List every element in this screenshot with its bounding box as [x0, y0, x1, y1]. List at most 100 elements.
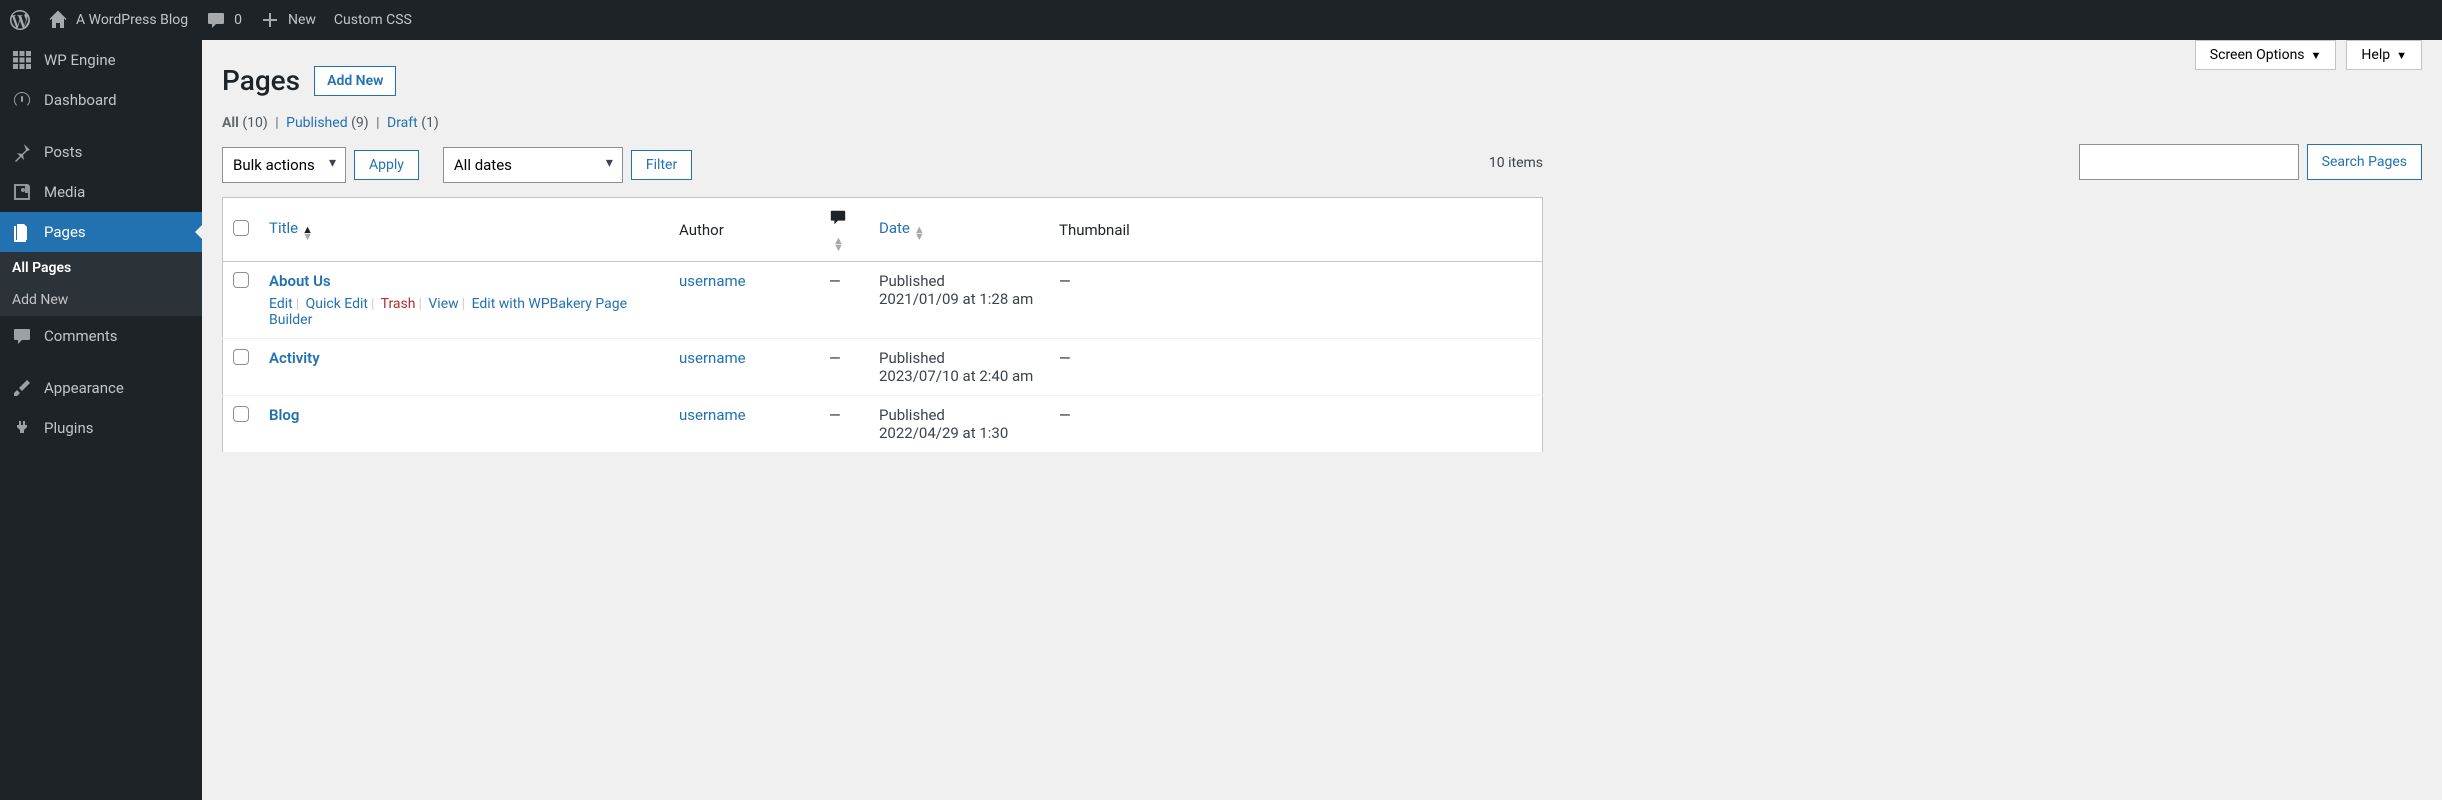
- separator: |: [275, 115, 278, 131]
- sidebar-item-label: Dashboard: [44, 91, 117, 109]
- filter-draft[interactable]: Draft: [387, 115, 418, 131]
- dates-select[interactable]: All dates: [443, 147, 623, 183]
- filter-button[interactable]: Filter: [631, 150, 692, 180]
- row-checkbox[interactable]: [233, 406, 249, 422]
- filter-published-count: (9): [351, 115, 369, 131]
- sidebar-item-media[interactable]: Media: [0, 172, 202, 212]
- comments-cell: —: [819, 396, 869, 453]
- submenu-label: Add New: [12, 292, 68, 308]
- new-content-link[interactable]: New: [260, 10, 316, 30]
- comments-cell: —: [819, 339, 869, 396]
- sidebar-item-appearance[interactable]: Appearance: [0, 368, 202, 408]
- sidebar-item-plugins[interactable]: Plugins: [0, 408, 202, 448]
- site-link[interactable]: A WordPress Blog: [48, 10, 188, 30]
- row-status: Published: [879, 272, 1039, 290]
- pages-table: Title▲▼ Author ▲▼ Date▲▼ Thumbnail About…: [222, 197, 1543, 453]
- search-row: Search Pages: [2079, 144, 2422, 180]
- sidebar-item-comments[interactable]: Comments: [0, 316, 202, 356]
- add-new-button[interactable]: Add New: [314, 66, 396, 96]
- page-header: Pages Add New: [222, 40, 2422, 97]
- sidebar-item-label: Appearance: [44, 379, 124, 397]
- thumbnail-cell: —: [1049, 262, 1543, 339]
- thumbnail-cell: —: [1049, 339, 1543, 396]
- separator: |: [376, 115, 379, 131]
- wpengine-icon: [12, 50, 32, 70]
- comments-link[interactable]: 0: [206, 10, 242, 30]
- select-all-checkbox[interactable]: [233, 220, 249, 236]
- filter-all[interactable]: All: [222, 115, 239, 131]
- table-row: Activity username — Published2023/07/10 …: [223, 339, 1543, 396]
- help-label: Help: [2361, 47, 2390, 63]
- row-checkbox[interactable]: [233, 349, 249, 365]
- pin-icon: [12, 142, 32, 162]
- row-actions: Edit| Quick Edit| Trash| View| Edit with…: [269, 296, 659, 328]
- admin-toolbar: A WordPress Blog 0 New Custom CSS: [0, 0, 2442, 40]
- action-edit[interactable]: Edit: [269, 296, 293, 312]
- action-trash[interactable]: Trash: [381, 296, 416, 312]
- filter-published[interactable]: Published: [286, 115, 347, 131]
- row-date: 2021/01/09 at 1:28 am: [879, 290, 1039, 308]
- submenu-all-pages[interactable]: All Pages: [0, 252, 202, 284]
- brush-icon: [12, 378, 32, 398]
- new-label: New: [288, 12, 316, 28]
- comment-icon: [12, 326, 32, 346]
- sort-icon: ▲▼: [302, 226, 313, 240]
- row-date: 2022/04/29 at 1:30: [879, 424, 1039, 442]
- page-title-link[interactable]: Activity: [269, 349, 320, 367]
- search-button[interactable]: Search Pages: [2307, 144, 2422, 180]
- sidebar-item-label: Posts: [44, 143, 82, 161]
- sidebar-item-label: Comments: [44, 327, 118, 345]
- submenu-label: All Pages: [12, 260, 71, 276]
- sidebar-item-posts[interactable]: Posts: [0, 132, 202, 172]
- status-filters: All (10) | Published (9) | Draft (1): [222, 115, 2422, 131]
- row-checkbox[interactable]: [233, 272, 249, 288]
- sidebar-item-dashboard[interactable]: Dashboard: [0, 80, 202, 120]
- action-quick-edit[interactable]: Quick Edit: [306, 296, 368, 312]
- plug-icon: [12, 418, 32, 438]
- wp-logo[interactable]: [10, 10, 30, 30]
- page-title-link[interactable]: Blog: [269, 406, 299, 424]
- col-date[interactable]: Date: [879, 219, 910, 237]
- action-view[interactable]: View: [428, 296, 458, 312]
- chevron-down-icon: ▼: [2311, 49, 2322, 62]
- plus-icon: [260, 10, 280, 30]
- search-input[interactable]: [2079, 144, 2299, 180]
- row-status: Published: [879, 406, 1039, 424]
- sidebar-item-wpengine[interactable]: WP Engine: [0, 40, 202, 80]
- filter-all-count: (10): [242, 115, 267, 131]
- tablenav-top: Bulk actions Apply All dates Filter 10 i…: [222, 147, 1543, 183]
- custom-css-link[interactable]: Custom CSS: [334, 12, 412, 28]
- main-content: Screen Options ▼ Help▼ Pages Add New All …: [202, 40, 2442, 800]
- wordpress-icon: [10, 10, 30, 30]
- sidebar-item-label: WP Engine: [44, 51, 116, 69]
- sort-icon: ▲▼: [914, 226, 925, 240]
- sidebar-item-pages[interactable]: Pages: [0, 212, 202, 252]
- pages-icon: [12, 222, 32, 242]
- table-row: About Us Edit| Quick Edit| Trash| View| …: [223, 262, 1543, 339]
- page-title: Pages: [222, 64, 300, 97]
- comments-count: 0: [234, 12, 242, 28]
- table-header-row: Title▲▼ Author ▲▼ Date▲▼ Thumbnail: [223, 198, 1543, 262]
- col-thumbnail: Thumbnail: [1059, 221, 1130, 239]
- admin-sidebar: WP Engine Dashboard Posts Media Pages Al…: [0, 40, 202, 800]
- apply-button[interactable]: Apply: [354, 150, 419, 180]
- author-link[interactable]: username: [679, 272, 746, 290]
- sidebar-separator: [0, 356, 202, 368]
- page-title-link[interactable]: About Us: [269, 272, 331, 290]
- sidebar-separator: [0, 120, 202, 132]
- author-link[interactable]: username: [679, 406, 746, 424]
- row-date: 2023/07/10 at 2:40 am: [879, 367, 1039, 385]
- col-title[interactable]: Title: [269, 219, 298, 237]
- custom-css-label: Custom CSS: [334, 12, 412, 28]
- screen-options-button[interactable]: Screen Options ▼: [2195, 40, 2337, 70]
- comments-column-icon[interactable]: [829, 212, 847, 230]
- sidebar-submenu-pages: All Pages Add New: [0, 252, 202, 316]
- submenu-add-new[interactable]: Add New: [0, 284, 202, 316]
- author-link[interactable]: username: [679, 349, 746, 367]
- bulk-actions-select[interactable]: Bulk actions: [222, 147, 346, 183]
- comment-icon: [206, 10, 226, 30]
- screen-options-label: Screen Options: [2210, 47, 2305, 63]
- sort-icon: ▲▼: [833, 237, 844, 251]
- help-button[interactable]: Help▼: [2346, 40, 2422, 70]
- site-title: A WordPress Blog: [76, 12, 188, 28]
